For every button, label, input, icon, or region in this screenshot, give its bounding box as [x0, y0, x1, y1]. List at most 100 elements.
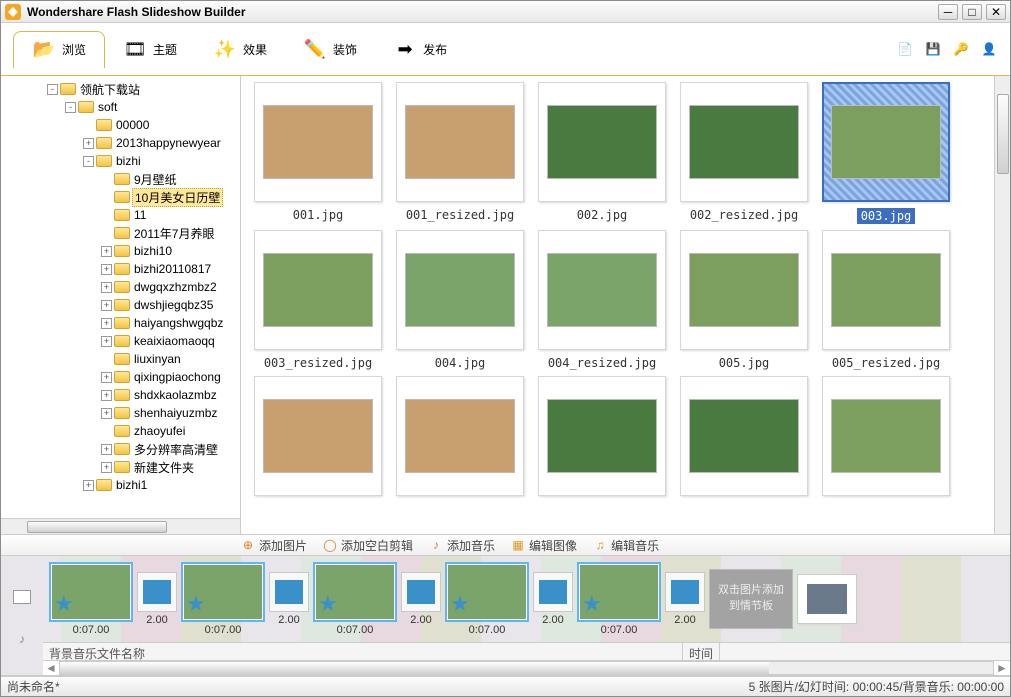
thumbnail-item[interactable]: 004_resized.jpg	[537, 230, 667, 370]
timeline-photo-item[interactable]: ★0:07.00	[445, 562, 529, 636]
tree-expand-icon[interactable]: +	[83, 138, 94, 149]
folder-icon	[114, 281, 130, 293]
storyboard-row[interactable]: ★0:07.002.00★0:07.002.00★0:07.002.00★0:0…	[43, 556, 1010, 642]
thumbnail-grid[interactable]: 001.jpg001_resized.jpg002.jpg 002_resized…	[241, 76, 1010, 534]
thumbnail-item[interactable]: 005.jpg	[679, 230, 809, 370]
timeline-photo-item[interactable]: ★0:07.00	[313, 562, 397, 636]
add-music-button[interactable]: ♪添加音乐	[429, 537, 495, 554]
tree-expand-icon[interactable]: +	[101, 318, 112, 329]
close-button[interactable]: ✕	[986, 4, 1006, 20]
tree-expand-icon	[101, 228, 112, 239]
tree-expand-icon[interactable]: +	[101, 444, 112, 455]
tree-node[interactable]: liuxinyan	[1, 350, 240, 368]
tree-node[interactable]: +shdxkaolazmbz	[1, 386, 240, 404]
thumbnail-item[interactable]: 004.jpg	[395, 230, 525, 370]
tree-node[interactable]: +haiyangshwgqbz	[1, 314, 240, 332]
thumbnail-item[interactable]: 002.jpg	[537, 82, 667, 224]
folder-tree-panel: -领航下载站-soft00000+2013happynewyear-bizhi9…	[1, 76, 241, 534]
maximize-button[interactable]: □	[962, 4, 982, 20]
music-time-column: 时间	[683, 643, 720, 660]
tree-node[interactable]: -领航下载站	[1, 80, 240, 98]
tree-horizontal-scrollbar[interactable]	[1, 518, 240, 534]
timeline-drop-item[interactable]: 双击图片添加到情节板	[709, 569, 793, 629]
thumbnail-item[interactable]	[821, 376, 951, 502]
tree-expand-icon[interactable]: +	[83, 480, 94, 491]
tree-node-label: bizhi20110817	[132, 262, 213, 276]
thumbnail-filename: 002_resized.jpg	[690, 208, 798, 222]
folder-tree[interactable]: -领航下载站-soft00000+2013happynewyear-bizhi9…	[1, 80, 240, 494]
thumbnail-item[interactable]: 001.jpg	[253, 82, 383, 224]
tab-label: 装饰	[333, 41, 357, 58]
timeline-photo-item[interactable]: ★0:07.00	[577, 562, 661, 636]
thumbnail-item[interactable]	[395, 376, 525, 502]
tree-expand-icon[interactable]: +	[101, 372, 112, 383]
tree-node[interactable]: 10月美女日历壁	[1, 188, 240, 206]
thumbnail-item[interactable]: 003_resized.jpg	[253, 230, 383, 370]
tree-node[interactable]: -soft	[1, 98, 240, 116]
timeline-horizontal-scrollbar[interactable]: ◄►	[43, 660, 1010, 675]
save-icon[interactable]: 💾	[924, 40, 942, 58]
timeline-trans-item[interactable]: 2.00	[137, 572, 177, 626]
tree-node[interactable]: -bizhi	[1, 152, 240, 170]
timeline-trans-item[interactable]: 2.00	[533, 572, 573, 626]
timeline-trans-item[interactable]: 2.00	[401, 572, 441, 626]
tree-expand-icon[interactable]: -	[47, 84, 58, 95]
tree-node[interactable]: +dwshjiegqbz35	[1, 296, 240, 314]
minimize-button[interactable]: ─	[938, 4, 958, 20]
tree-expand-icon[interactable]: +	[101, 282, 112, 293]
timeline-trans-item[interactable]: 2.00	[269, 572, 309, 626]
tree-node[interactable]: +dwgqxzhzmbz2	[1, 278, 240, 296]
tree-expand-icon[interactable]: +	[101, 408, 112, 419]
tree-expand-icon[interactable]: -	[65, 102, 76, 113]
timeline-blank-item[interactable]	[797, 574, 857, 624]
edit-music-button[interactable]: ♫编辑音乐	[593, 537, 659, 554]
timeline-photo-item[interactable]: ★0:07.00	[49, 562, 133, 636]
folder-icon	[114, 335, 130, 347]
tree-node[interactable]: +shenhaiyuzmbz	[1, 404, 240, 422]
tree-node[interactable]: +qixingpiaochong	[1, 368, 240, 386]
tree-expand-icon[interactable]: +	[101, 246, 112, 257]
tree-expand-icon[interactable]: +	[101, 300, 112, 311]
timeline-trans-item[interactable]: 2.00	[665, 572, 705, 626]
tab-效果[interactable]: ✨效果	[195, 31, 285, 68]
tree-node[interactable]: 00000	[1, 116, 240, 134]
thumbnail-item[interactable]: 001_resized.jpg	[395, 82, 525, 224]
tree-node[interactable]: +bizhi10	[1, 242, 240, 260]
tree-expand-icon[interactable]: +	[101, 336, 112, 347]
timeline-photo-item[interactable]: ★0:07.00	[181, 562, 265, 636]
tree-expand-icon[interactable]: +	[101, 462, 112, 473]
thumbnail-item[interactable]	[253, 376, 383, 502]
tab-主题[interactable]: 🎞主题	[105, 31, 195, 68]
tree-node[interactable]: +keaixiaomaoqq	[1, 332, 240, 350]
tree-expand-icon[interactable]: +	[101, 390, 112, 401]
tree-node[interactable]: 2011年7月养眼	[1, 224, 240, 242]
add-blank-clip-button[interactable]: ◯添加空白剪辑	[323, 537, 413, 554]
add-photo-button[interactable]: ⊕添加图片	[241, 537, 307, 554]
user-icon[interactable]: 👤	[980, 40, 998, 58]
tab-装饰[interactable]: ✏️装饰	[285, 31, 375, 68]
tree-expand-icon[interactable]: -	[83, 156, 94, 167]
folder-icon	[96, 137, 112, 149]
timeline-video-track-icon[interactable]	[13, 590, 31, 604]
tab-浏览[interactable]: 📂浏览	[13, 31, 105, 68]
tree-node[interactable]: 11	[1, 206, 240, 224]
edit-image-button[interactable]: ▦编辑图像	[511, 537, 577, 554]
tree-node[interactable]: +bizhi1	[1, 476, 240, 494]
key-icon[interactable]: 🔑	[952, 40, 970, 58]
thumbnail-item[interactable]: 003.jpg	[821, 82, 951, 224]
thumbnail-item[interactable]	[679, 376, 809, 502]
thumbnail-item[interactable]	[537, 376, 667, 502]
tree-node[interactable]: + bizhi20110817	[1, 260, 240, 278]
thumbnail-item[interactable]: 002_resized.jpg	[679, 82, 809, 224]
tab-发布[interactable]: ➡发布	[375, 31, 465, 68]
document-icon[interactable]: 📄	[896, 40, 914, 58]
tree-node[interactable]: +多分辨率高清壁	[1, 440, 240, 458]
tree-node[interactable]: 9月壁纸	[1, 170, 240, 188]
tree-node[interactable]: +新建文件夹	[1, 458, 240, 476]
thumbnails-vertical-scrollbar[interactable]	[994, 76, 1010, 534]
timeline-audio-track-icon[interactable]: ♪	[19, 632, 25, 646]
tree-expand-icon[interactable]: +	[101, 264, 112, 275]
tree-node[interactable]: +2013happynewyear	[1, 134, 240, 152]
tree-node[interactable]: zhaoyufei	[1, 422, 240, 440]
thumbnail-item[interactable]: 005_resized.jpg	[821, 230, 951, 370]
